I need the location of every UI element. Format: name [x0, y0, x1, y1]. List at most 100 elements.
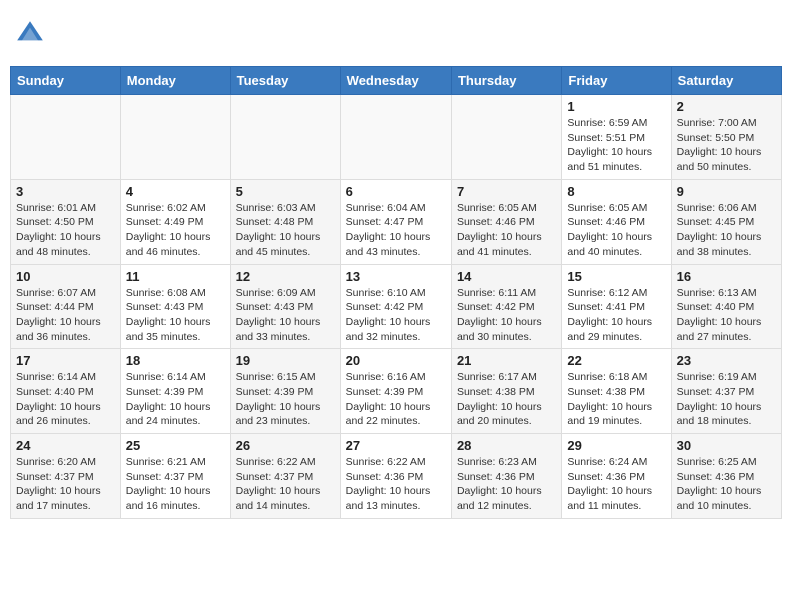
- calendar-cell: 18 Sunrise: 6:14 AMSunset: 4:39 PMDayligh…: [120, 349, 230, 434]
- calendar-cell: 5Sunrise: 6:03 AMSunset: 4:48 PMDaylight…: [230, 179, 340, 264]
- day-number: 20: [346, 353, 446, 368]
- calendar-table: SundayMondayTuesdayWednesdayThursdayFrid…: [10, 66, 782, 519]
- calendar-cell: [120, 95, 230, 180]
- day-info: Sunrise: 6:22 AMSunset: 4:36 PMDaylight:…: [346, 455, 446, 514]
- day-number: 13: [346, 269, 446, 284]
- day-number: 22: [567, 353, 665, 368]
- day-number: 9: [677, 184, 776, 199]
- logo: [14, 18, 50, 50]
- day-number: 10: [16, 269, 115, 284]
- calendar-cell: 9 Sunrise: 6:06 AMSunset: 4:45 PMDaylight…: [671, 179, 781, 264]
- calendar-cell: 25 Sunrise: 6:21 AMSunset: 4:37 PMDayligh…: [120, 434, 230, 519]
- day-info: Sunrise: 6:24 AMSunset: 4:36 PMDaylight:…: [567, 455, 665, 514]
- calendar-cell: 23 Sunrise: 6:19 AMSunset: 4:37 PMDayligh…: [671, 349, 781, 434]
- week-row-4: 24 Sunrise: 6:20 AMSunset: 4:37 PMDayligh…: [11, 434, 782, 519]
- calendar-cell: 12 Sunrise: 6:09 AMSunset: 4:43 PMDayligh…: [230, 264, 340, 349]
- calendar-cell: 17Sunrise: 6:14 AMSunset: 4:40 PMDayligh…: [11, 349, 121, 434]
- calendar-cell: 14 Sunrise: 6:11 AMSunset: 4:42 PMDayligh…: [451, 264, 561, 349]
- day-number: 15: [567, 269, 665, 284]
- day-number: 27: [346, 438, 446, 453]
- day-number: 28: [457, 438, 556, 453]
- calendar-cell: 15 Sunrise: 6:12 AMSunset: 4:41 PMDayligh…: [562, 264, 671, 349]
- calendar-cell: [230, 95, 340, 180]
- day-info: Sunrise: 6:12 AMSunset: 4:41 PMDaylight:…: [567, 286, 665, 345]
- day-info: Sunrise: 6:15 AMSunset: 4:39 PMDaylight:…: [236, 370, 335, 429]
- day-info: Sunrise: 6:11 AMSunset: 4:42 PMDaylight:…: [457, 286, 556, 345]
- day-info: Sunrise: 6:21 AMSunset: 4:37 PMDaylight:…: [126, 455, 225, 514]
- day-number: 26: [236, 438, 335, 453]
- day-info: Sunrise: 6:08 AMSunset: 4:43 PMDaylight:…: [126, 286, 225, 345]
- header-day-wednesday: Wednesday: [340, 67, 451, 95]
- calendar-cell: 3 Sunrise: 6:01 AMSunset: 4:50 PMDaylight…: [11, 179, 121, 264]
- calendar-cell: 13 Sunrise: 6:10 AMSunset: 4:42 PMDayligh…: [340, 264, 451, 349]
- calendar-cell: 20 Sunrise: 6:16 AMSunset: 4:39 PMDayligh…: [340, 349, 451, 434]
- calendar-cell: [451, 95, 561, 180]
- calendar-cell: 22 Sunrise: 6:18 AMSunset: 4:38 PMDayligh…: [562, 349, 671, 434]
- calendar-cell: 24 Sunrise: 6:20 AMSunset: 4:37 PMDayligh…: [11, 434, 121, 519]
- day-number: 2: [677, 99, 776, 114]
- calendar-cell: [340, 95, 451, 180]
- calendar-cell: 1 Sunrise: 6:59 AMSunset: 5:51 PMDaylight…: [562, 95, 671, 180]
- calendar-cell: 2Sunrise: 7:00 AMSunset: 5:50 PMDaylight…: [671, 95, 781, 180]
- calendar-cell: 7 Sunrise: 6:05 AMSunset: 4:46 PMDaylight…: [451, 179, 561, 264]
- day-number: 16: [677, 269, 776, 284]
- day-number: 29: [567, 438, 665, 453]
- day-info: Sunrise: 6:16 AMSunset: 4:39 PMDaylight:…: [346, 370, 446, 429]
- calendar-cell: 6Sunrise: 6:04 AMSunset: 4:47 PMDaylight…: [340, 179, 451, 264]
- day-info: Sunrise: 6:06 AMSunset: 4:45 PMDaylight:…: [677, 201, 776, 260]
- day-info: Sunrise: 6:19 AMSunset: 4:37 PMDaylight:…: [677, 370, 776, 429]
- header: [10, 10, 782, 58]
- calendar-cell: 16Sunrise: 6:13 AMSunset: 4:40 PMDayligh…: [671, 264, 781, 349]
- calendar-header: SundayMondayTuesdayWednesdayThursdayFrid…: [11, 67, 782, 95]
- day-info: Sunrise: 6:09 AMSunset: 4:43 PMDaylight:…: [236, 286, 335, 345]
- calendar-cell: 27 Sunrise: 6:22 AMSunset: 4:36 PMDayligh…: [340, 434, 451, 519]
- header-day-saturday: Saturday: [671, 67, 781, 95]
- day-info: Sunrise: 6:02 AMSunset: 4:49 PMDaylight:…: [126, 201, 225, 260]
- day-number: 6: [346, 184, 446, 199]
- day-number: 23: [677, 353, 776, 368]
- day-number: 14: [457, 269, 556, 284]
- calendar-cell: 8 Sunrise: 6:05 AMSunset: 4:46 PMDaylight…: [562, 179, 671, 264]
- day-info: Sunrise: 6:18 AMSunset: 4:38 PMDaylight:…: [567, 370, 665, 429]
- day-number: 5: [236, 184, 335, 199]
- header-day-tuesday: Tuesday: [230, 67, 340, 95]
- header-day-thursday: Thursday: [451, 67, 561, 95]
- calendar-cell: 26Sunrise: 6:22 AMSunset: 4:37 PMDayligh…: [230, 434, 340, 519]
- day-number: 1: [567, 99, 665, 114]
- day-number: 24: [16, 438, 115, 453]
- week-row-2: 10 Sunrise: 6:07 AMSunset: 4:44 PMDayligh…: [11, 264, 782, 349]
- day-number: 4: [126, 184, 225, 199]
- day-info: Sunrise: 6:59 AMSunset: 5:51 PMDaylight:…: [567, 116, 665, 175]
- calendar-cell: 28Sunrise: 6:23 AMSunset: 4:36 PMDayligh…: [451, 434, 561, 519]
- logo-icon: [14, 18, 46, 50]
- day-number: 21: [457, 353, 556, 368]
- day-number: 8: [567, 184, 665, 199]
- day-info: Sunrise: 6:05 AMSunset: 4:46 PMDaylight:…: [457, 201, 556, 260]
- calendar-cell: 11 Sunrise: 6:08 AMSunset: 4:43 PMDayligh…: [120, 264, 230, 349]
- day-number: 11: [126, 269, 225, 284]
- day-number: 30: [677, 438, 776, 453]
- header-day-monday: Monday: [120, 67, 230, 95]
- day-number: 19: [236, 353, 335, 368]
- header-row: SundayMondayTuesdayWednesdayThursdayFrid…: [11, 67, 782, 95]
- calendar-cell: 29 Sunrise: 6:24 AMSunset: 4:36 PMDayligh…: [562, 434, 671, 519]
- calendar-cell: [11, 95, 121, 180]
- day-info: Sunrise: 6:01 AMSunset: 4:50 PMDaylight:…: [16, 201, 115, 260]
- day-info: Sunrise: 6:20 AMSunset: 4:37 PMDaylight:…: [16, 455, 115, 514]
- day-number: 25: [126, 438, 225, 453]
- day-info: Sunrise: 6:10 AMSunset: 4:42 PMDaylight:…: [346, 286, 446, 345]
- day-number: 12: [236, 269, 335, 284]
- day-number: 18: [126, 353, 225, 368]
- day-number: 3: [16, 184, 115, 199]
- day-info: Sunrise: 6:14 AMSunset: 4:39 PMDaylight:…: [126, 370, 225, 429]
- calendar-cell: 10 Sunrise: 6:07 AMSunset: 4:44 PMDayligh…: [11, 264, 121, 349]
- day-info: Sunrise: 6:07 AMSunset: 4:44 PMDaylight:…: [16, 286, 115, 345]
- day-info: Sunrise: 6:25 AMSunset: 4:36 PMDaylight:…: [677, 455, 776, 514]
- header-day-sunday: Sunday: [11, 67, 121, 95]
- calendar-cell: 19 Sunrise: 6:15 AMSunset: 4:39 PMDayligh…: [230, 349, 340, 434]
- day-info: Sunrise: 6:17 AMSunset: 4:38 PMDaylight:…: [457, 370, 556, 429]
- week-row-0: 1 Sunrise: 6:59 AMSunset: 5:51 PMDaylight…: [11, 95, 782, 180]
- week-row-3: 17Sunrise: 6:14 AMSunset: 4:40 PMDayligh…: [11, 349, 782, 434]
- day-number: 7: [457, 184, 556, 199]
- day-info: Sunrise: 6:05 AMSunset: 4:46 PMDaylight:…: [567, 201, 665, 260]
